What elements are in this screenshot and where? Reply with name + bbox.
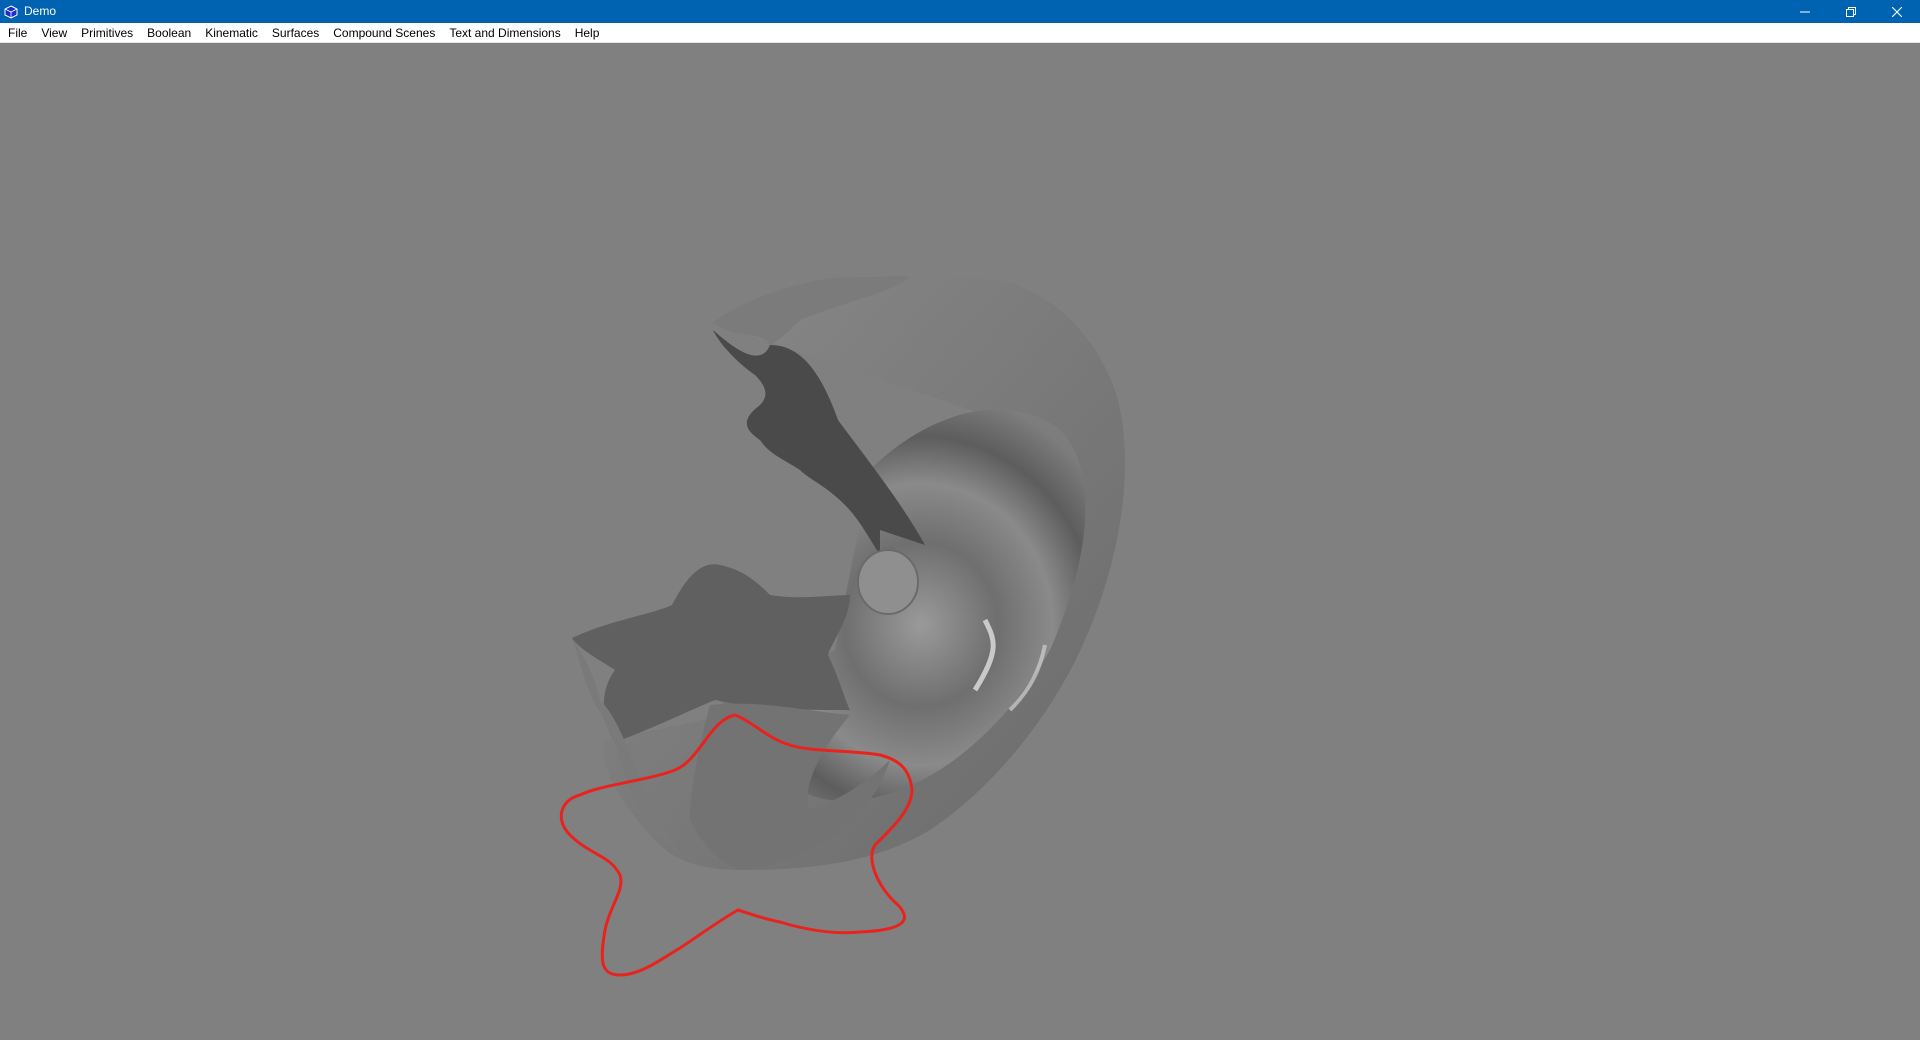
menu-bar: File View Primitives Boolean Kinematic S… [0, 23, 1920, 43]
window-controls [1782, 0, 1920, 23]
menu-primitives[interactable]: Primitives [74, 23, 140, 43]
minimize-button[interactable] [1782, 0, 1828, 23]
minimize-icon [1800, 11, 1810, 12]
application-window: Demo File View Primitives Boolean Kinema… [0, 0, 1920, 1040]
menu-file[interactable]: File [0, 23, 34, 43]
close-button[interactable] [1874, 0, 1920, 23]
3d-viewport[interactable] [0, 43, 1920, 1040]
restore-button[interactable] [1828, 0, 1874, 23]
menu-kinematic[interactable]: Kinematic [198, 23, 265, 43]
scene-canvas [559, 275, 1126, 977]
center-hub [857, 549, 919, 615]
restore-icon [1846, 6, 1856, 17]
menu-boolean[interactable]: Boolean [140, 23, 198, 43]
window-title: Demo [24, 4, 57, 18]
title-bar[interactable]: Demo [0, 0, 1920, 23]
cube-app-icon [3, 4, 19, 20]
menu-help[interactable]: Help [568, 23, 607, 43]
menu-view[interactable]: View [34, 23, 74, 43]
menu-text-and-dimensions[interactable]: Text and Dimensions [442, 23, 567, 43]
menu-compound-scenes[interactable]: Compound Scenes [326, 23, 442, 43]
menu-surfaces[interactable]: Surfaces [265, 23, 326, 43]
close-icon [1892, 6, 1902, 17]
